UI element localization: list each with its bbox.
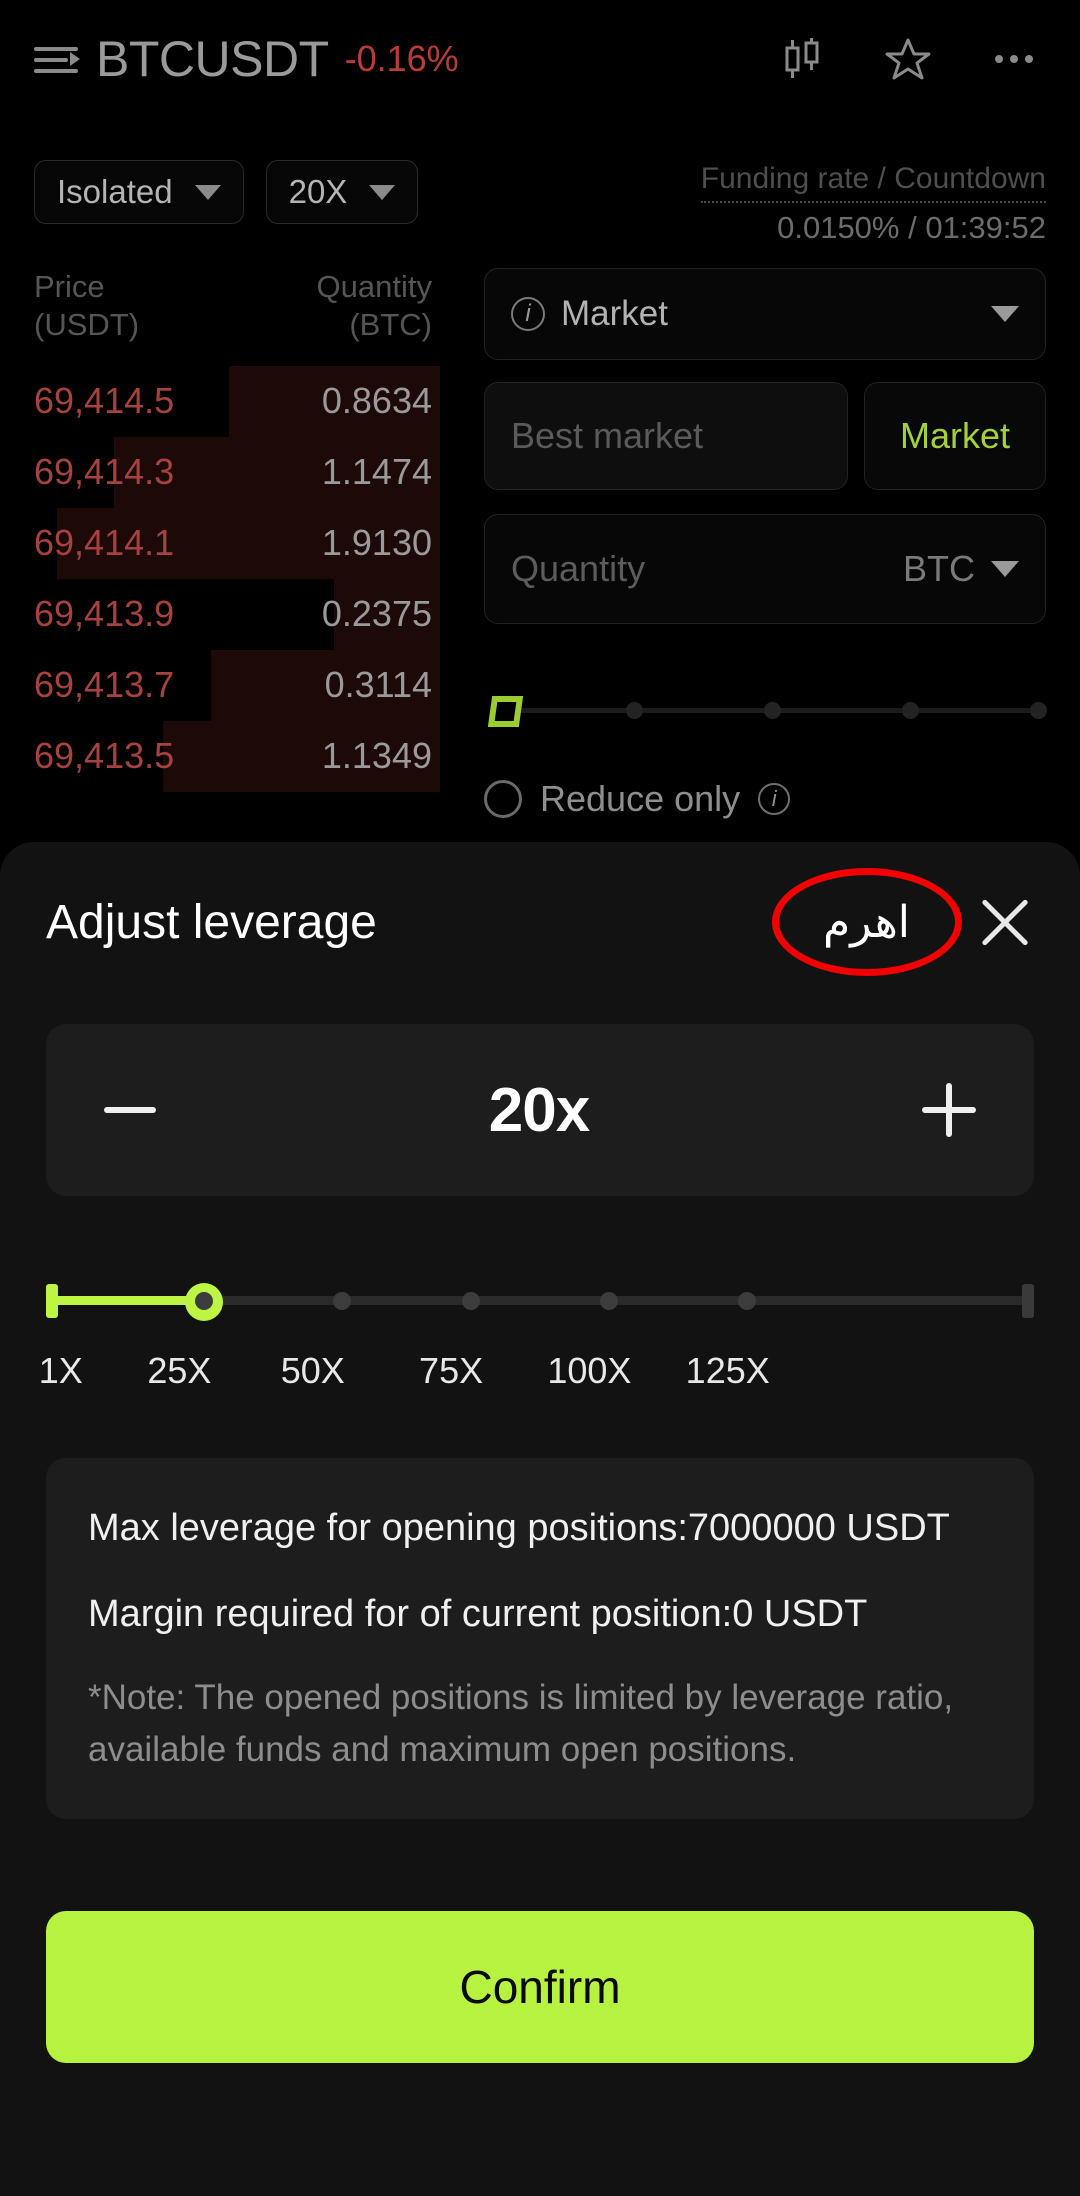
decrement-leverage-button[interactable] — [104, 1107, 156, 1113]
order-book-row[interactable]: 69,414.3 1.1474 — [0, 436, 440, 508]
price-input[interactable]: Best market — [484, 382, 848, 490]
order-book-price: 69,413.9 — [34, 593, 175, 635]
order-form: i Market Best market Market Quantity BTC — [484, 268, 1047, 820]
chevron-down-icon — [194, 184, 221, 200]
slider-fill — [46, 1296, 205, 1305]
order-amount-slider[interactable] — [484, 690, 1047, 730]
leverage-tick-label[interactable]: 50X — [281, 1350, 345, 1392]
star-favorite-icon[interactable] — [884, 35, 932, 83]
leverage-slider-labels: 1X 25X 50X 75X 100X 125X — [39, 1350, 1034, 1402]
quantity-input[interactable]: Quantity BTC — [484, 514, 1046, 624]
funding-rate-label: Funding rate / Countdown — [700, 162, 1046, 203]
close-x-icon[interactable] — [976, 893, 1034, 951]
order-book-price: 69,414.5 — [34, 380, 175, 422]
order-type-label: Market — [561, 294, 668, 333]
slider-start-cap — [46, 1284, 58, 1318]
order-book-row[interactable]: 69,413.5 1.1349 — [0, 720, 440, 792]
reduce-only-label: Reduce only — [540, 778, 741, 819]
order-book-rows: 69,414.5 0.8634 69,414.3 1.1474 69,414.1 1.91… — [0, 365, 440, 792]
leverage-tick-label[interactable]: 25X — [147, 1350, 211, 1392]
annotation-text: اهرم — [823, 897, 910, 947]
slider-tick — [333, 1292, 352, 1310]
leverage-tick-label[interactable]: 125X — [686, 1350, 770, 1392]
slider-tick — [195, 1292, 214, 1310]
leverage-slider[interactable] — [46, 1280, 1034, 1324]
confirm-button[interactable]: Confirm — [46, 1910, 1034, 2063]
order-book-price-header: Price (USDT) — [34, 269, 140, 342]
leverage-info-box: Max leverage for opening positions:70000… — [46, 1458, 1034, 1819]
adjust-leverage-sheet: Adjust leverage اهرم 20x 1X 25X 50X 75X 100X… — [0, 842, 1080, 2196]
margin-required-text: Margin required for of current position:… — [88, 1592, 868, 1635]
price-change-badge: -0.16% — [344, 38, 459, 79]
order-book-header: Price (USDT) Quantity (BTC) — [0, 268, 440, 344]
info-icon: i — [511, 297, 545, 331]
leverage-tick-label[interactable]: 1X — [39, 1350, 83, 1392]
order-book-price: 69,413.7 — [34, 664, 175, 706]
reduce-only-option[interactable]: Reduce only i — [484, 778, 1046, 820]
quantity-unit-selector[interactable]: BTC — [903, 548, 1019, 590]
slider-handle[interactable] — [487, 696, 524, 727]
confirm-button-label: Confirm — [459, 1960, 621, 2013]
slider-tick — [764, 702, 781, 719]
order-type-selector[interactable]: i Market — [484, 268, 1046, 360]
annotation-callout: اهرم — [771, 868, 962, 976]
leverage-value: 20x — [488, 1075, 590, 1145]
order-book-row[interactable]: 69,413.7 0.3114 — [0, 649, 440, 721]
order-book-row[interactable]: 69,414.5 0.8634 — [0, 365, 440, 437]
sheet-title: Adjust leverage — [46, 895, 377, 949]
slider-tick — [1030, 702, 1047, 719]
order-book-price: 69,413.5 — [34, 735, 175, 777]
leverage-tick-label[interactable]: 100X — [547, 1350, 631, 1392]
leverage-stepper: 20x — [46, 1024, 1034, 1196]
order-book-row[interactable]: 69,413.9 0.2375 — [0, 578, 440, 650]
slider-tick — [461, 1292, 480, 1310]
trade-controls-row: Isolated 20X Funding rate / Countdown 0.… — [0, 160, 1080, 250]
price-row: Best market Market — [484, 382, 1046, 490]
order-book-quantity: 1.1474 — [321, 451, 432, 493]
leverage-tick-label[interactable]: 75X — [419, 1350, 483, 1392]
order-book-quantity: 0.2375 — [321, 593, 432, 635]
order-book-quantity: 0.3114 — [324, 664, 432, 706]
slider-tick — [902, 702, 919, 719]
order-book-quantity: 1.9130 — [321, 522, 432, 564]
max-leverage-text: Max leverage for opening positions:70000… — [88, 1507, 950, 1549]
funding-rate-value: 0.0150% / 01:39:52 — [777, 210, 1046, 245]
quantity-unit-label: BTC — [903, 548, 975, 589]
app-root: BTCUSDT -0.16% Isolated 20X Funding rate… — [0, 0, 1080, 2196]
market-price-button-label: Market — [899, 415, 1011, 456]
slider-tick — [626, 702, 643, 719]
slider-tick — [600, 1292, 619, 1310]
order-book-qty-header: Quantity (BTC) — [316, 269, 432, 342]
top-bar-actions — [778, 35, 1046, 83]
order-book-price: 69,414.3 — [34, 451, 175, 493]
more-options-icon[interactable] — [990, 35, 1038, 83]
reduce-only-checkbox[interactable] — [484, 780, 522, 818]
price-placeholder: Best market — [511, 415, 704, 456]
order-book-price: 69,414.1 — [34, 522, 175, 564]
menu-list-icon[interactable] — [34, 42, 80, 76]
increment-leverage-button[interactable] — [921, 1083, 976, 1137]
margin-mode-selector[interactable]: Isolated — [34, 160, 244, 224]
info-icon[interactable]: i — [758, 783, 791, 815]
order-book-quantity: 0.8634 — [321, 380, 432, 422]
order-book-row[interactable]: 69,414.1 1.9130 — [0, 507, 440, 579]
quantity-placeholder: Quantity — [511, 548, 646, 589]
order-book: Price (USDT) Quantity (BTC) 69,414.5 0.86… — [0, 268, 440, 792]
leverage-label: 20X — [288, 173, 348, 210]
margin-mode-label: Isolated — [57, 173, 173, 210]
leverage-selector[interactable]: 20X — [265, 160, 419, 224]
chevron-down-icon — [991, 306, 1019, 322]
market-price-button[interactable]: Market — [864, 382, 1046, 490]
slider-end-cap — [1022, 1284, 1034, 1318]
funding-rate-block[interactable]: Funding rate / Countdown 0.0150% / 01:39… — [700, 160, 1046, 246]
chevron-down-icon — [991, 561, 1019, 577]
slider-tick — [738, 1292, 757, 1310]
leverage-note-text: *Note: The opened positions is limited b… — [88, 1677, 954, 1770]
sheet-header: Adjust leverage اهرم — [0, 842, 1080, 1002]
top-bar: BTCUSDT -0.16% — [0, 0, 1080, 118]
candlestick-chart-icon[interactable] — [778, 35, 826, 83]
page-title[interactable]: BTCUSDT — [96, 30, 329, 88]
chevron-down-icon — [369, 184, 396, 200]
order-book-quantity: 1.1349 — [321, 735, 432, 777]
